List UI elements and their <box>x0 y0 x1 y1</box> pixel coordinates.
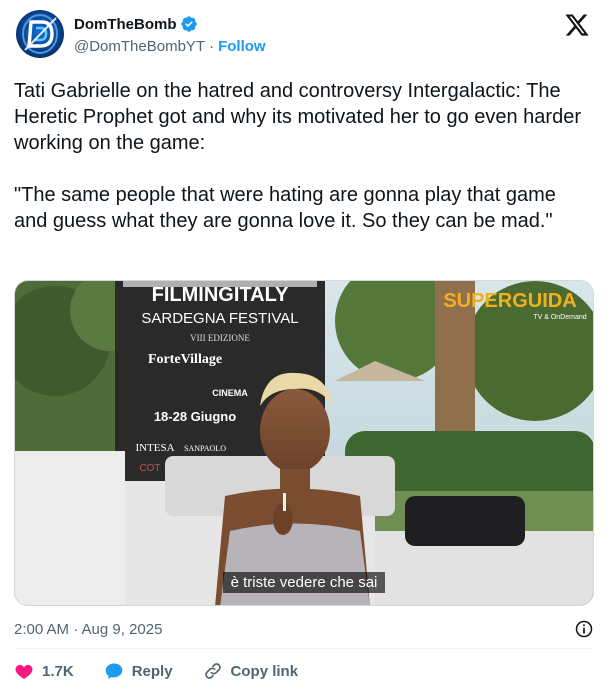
follow-button[interactable]: Follow <box>218 38 266 55</box>
x-logo-icon[interactable] <box>564 12 590 38</box>
video-thumbnail[interactable]: FILMINGITALY SARDEGNA FESTIVAL VIII EDIZ… <box>14 280 594 606</box>
banner-sponsor-forte: ForteVillage <box>148 352 222 367</box>
heart-icon <box>15 664 33 679</box>
banner-dates: 18-28 Giugno <box>154 409 236 424</box>
link-icon <box>204 663 221 679</box>
verified-badge-icon <box>180 16 197 32</box>
tweet-header: DomTheBomb @DomTheBombYT · Follow <box>16 10 590 60</box>
like-button[interactable]: 1.7K <box>14 661 74 681</box>
separator-dot: · <box>209 37 215 55</box>
action-bar: 1.7K Reply Copy link <box>14 656 328 686</box>
video-subtitle: è triste vedere che sai <box>15 572 593 593</box>
like-count: 1.7K <box>42 662 74 680</box>
video-frame-image: FILMINGITALY SARDEGNA FESTIVAL VIII EDIZ… <box>15 281 593 605</box>
copy-link-label: Copy link <box>230 662 299 680</box>
reply-label: Reply <box>131 662 173 680</box>
banner-partial-text: COT <box>139 463 160 474</box>
banner-title: FILMINGITALY <box>152 284 289 306</box>
banner-sponsor-sanpaolo: SANPAOLO <box>184 444 226 453</box>
reply-bubble-icon <box>105 663 123 679</box>
watermark-sub: TV & OnDemand <box>533 314 586 321</box>
neon-d-logo-icon <box>22 14 58 54</box>
author-block: DomTheBomb @DomTheBombYT · Follow <box>74 14 266 56</box>
info-icon[interactable] <box>574 619 594 639</box>
tweet-text: Tati Gabrielle on the hatred and controv… <box>14 80 581 232</box>
avatar[interactable] <box>16 10 64 58</box>
divider <box>14 648 594 649</box>
timestamp[interactable]: 2:00 AM · Aug 9, 2025 <box>14 621 162 638</box>
video-subtitle-text: è triste vedere che sai <box>222 572 386 593</box>
watermark-logo: SUPERGUIDA <box>443 290 576 312</box>
author-display-name[interactable]: DomTheBomb <box>74 16 177 33</box>
tweet-meta: 2:00 AM · Aug 9, 2025 <box>14 618 594 640</box>
copy-link-button[interactable]: Copy link <box>203 661 299 681</box>
banner-sponsor-intesa: INTESA <box>135 442 174 454</box>
banner-subtitle: SARDEGNA FESTIVAL <box>141 310 298 327</box>
banner-edition: VIII EDIZIONE <box>190 333 250 343</box>
banner-cinema: CINEMA <box>212 388 248 398</box>
reply-button[interactable]: Reply <box>104 661 173 681</box>
author-handle[interactable]: @DomTheBombYT <box>74 38 205 55</box>
